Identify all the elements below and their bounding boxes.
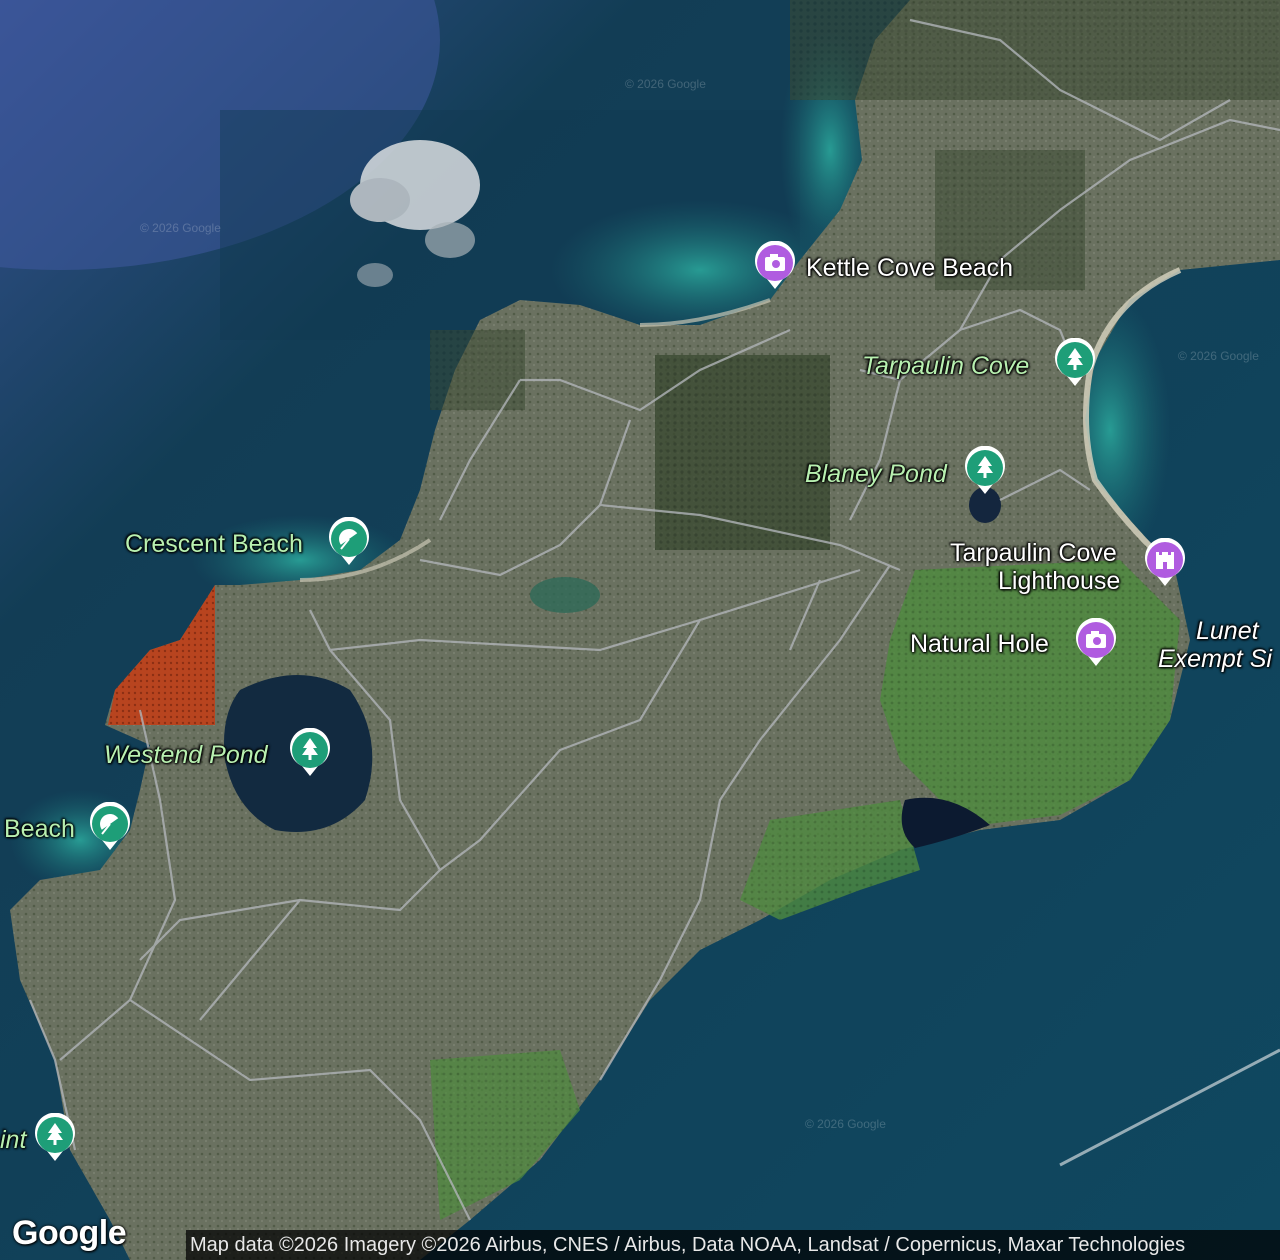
label-natural-hole[interactable]: Natural Hole [910,630,1049,658]
label-lighthouse[interactable]: Lighthouse [998,567,1120,595]
label-crescent-beach[interactable]: Crescent Beach [125,530,303,558]
camera-icon[interactable] [1074,618,1118,668]
castle-icon[interactable] [1143,538,1187,588]
label-tarpaulin-cove[interactable]: Tarpaulin Cove [862,352,1029,380]
tree-icon[interactable] [963,446,1007,496]
map-watermark: © 2026 Google [625,77,706,91]
label-exempt-si[interactable]: Exempt Si [1158,645,1272,673]
umbrella-icon[interactable] [327,517,371,567]
map-watermark: © 2026 Google [1178,349,1259,363]
map-watermark: © 2026 Google [805,1117,886,1131]
map-watermark: © 2026 Google [140,221,221,235]
tree-icon[interactable] [288,728,332,778]
label-blaney-pond[interactable]: Blaney Pond [805,460,947,488]
label-kettle-cove-beach[interactable]: Kettle Cove Beach [806,254,1013,282]
umbrella-icon[interactable] [88,802,132,852]
google-logo: Google [12,1214,127,1252]
label-beach[interactable]: Beach [4,815,75,843]
camera-icon[interactable] [753,241,797,291]
label-int[interactable]: int [0,1126,26,1154]
forest-patch [655,355,830,550]
tree-icon[interactable] [33,1113,77,1163]
label-lunet[interactable]: Lunet [1196,617,1259,645]
map-attribution: Map data ©2026 Imagery ©2026 Airbus, CNE… [186,1230,1280,1260]
label-tarpaulin-cove-lighthouse[interactable]: Tarpaulin Cove [950,539,1117,567]
label-westend-pond[interactable]: Westend Pond [104,741,268,769]
tree-icon[interactable] [1053,338,1097,388]
